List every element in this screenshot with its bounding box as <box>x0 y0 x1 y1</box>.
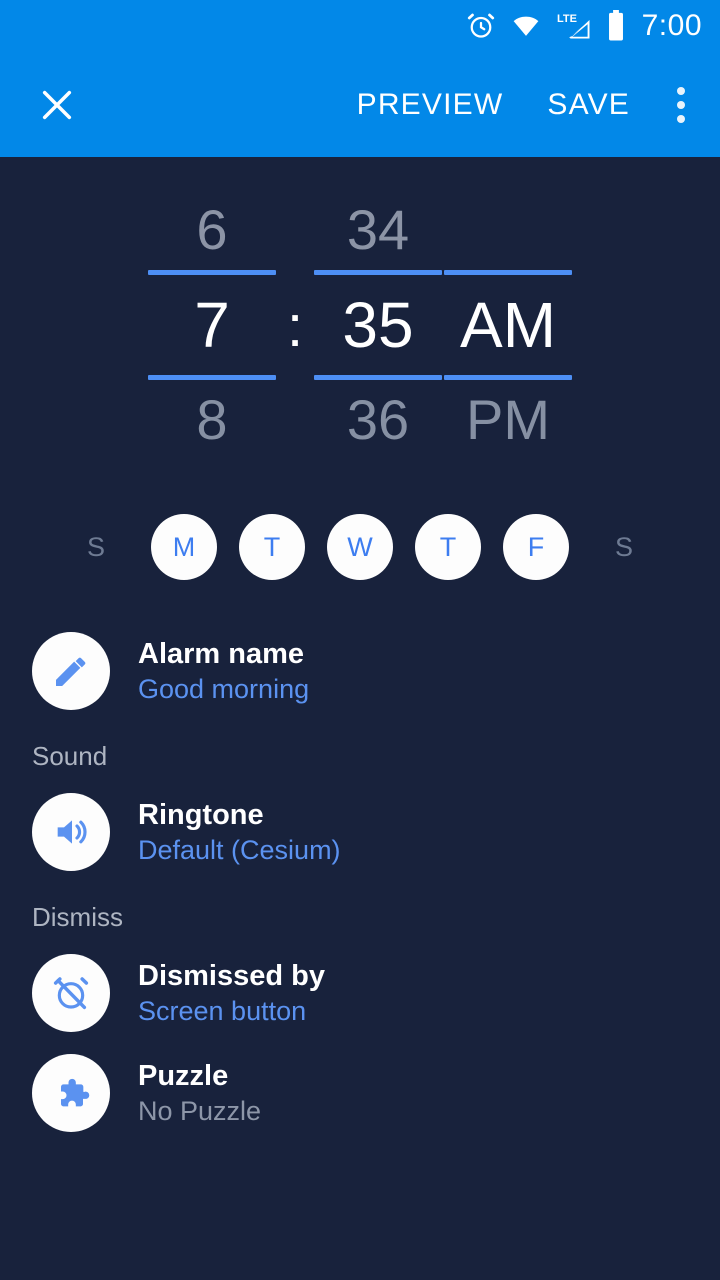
time-separator: : <box>286 293 304 359</box>
pencil-icon <box>32 632 110 710</box>
day-toggle-wednesday[interactable]: W <box>316 514 404 580</box>
day-label: F <box>503 514 569 580</box>
time-picker: 6 7 8 : 34 35 36 AM PM <box>0 157 720 487</box>
volume-icon <box>32 793 110 871</box>
status-bar-clock: 7:00 <box>641 9 702 42</box>
day-toggle-friday[interactable]: F <box>492 514 580 580</box>
status-bar: LTE 7:00 <box>0 0 720 52</box>
meridiem-value[interactable]: AM <box>460 275 556 375</box>
app-bar: PREVIEW SAVE <box>0 52 720 157</box>
setting-value: Default (Cesium) <box>138 834 341 865</box>
day-toggle-saturday[interactable]: S <box>580 514 668 580</box>
setting-text-group: Puzzle No Puzzle <box>138 1060 261 1127</box>
setting-title: Alarm name <box>138 637 305 670</box>
setting-title: Ringtone <box>138 798 264 831</box>
wifi-icon <box>510 12 542 40</box>
hour-next[interactable]: 8 <box>196 380 227 460</box>
save-button[interactable]: SAVE <box>525 88 652 122</box>
day-label: T <box>239 514 305 580</box>
meridiem-next[interactable]: PM <box>466 380 550 460</box>
setting-title: Puzzle <box>138 1059 229 1092</box>
meridiem-column[interactable]: AM PM <box>443 190 573 460</box>
setting-row-dismissed-by[interactable]: Dismissed by Screen button <box>0 943 720 1043</box>
alarm-off-icon <box>32 954 110 1032</box>
day-label: W <box>327 514 393 580</box>
section-header-dismiss: Dismiss <box>32 902 123 932</box>
minute-column[interactable]: 34 35 36 <box>313 190 443 460</box>
overflow-dot <box>677 100 685 109</box>
overflow-dot <box>677 86 685 95</box>
close-icon <box>42 90 72 119</box>
svg-text:LTE: LTE <box>557 13 577 25</box>
setting-row-ringtone[interactable]: Ringtone Default (Cesium) <box>0 782 720 882</box>
preview-button[interactable]: PREVIEW <box>335 88 526 122</box>
setting-value: No Puzzle <box>138 1095 262 1126</box>
alarm-icon <box>466 11 496 41</box>
battery-icon <box>606 10 626 42</box>
hour-value[interactable]: 7 <box>194 275 230 375</box>
minute-previous[interactable]: 34 <box>347 190 409 270</box>
setting-row-alarm-name[interactable]: Alarm name Good morning <box>0 621 720 721</box>
day-toggle-monday[interactable]: M <box>140 514 228 580</box>
section-header-sound: Sound <box>32 741 108 771</box>
settings-list: Alarm name Good morning Sound Ringtone D… <box>0 607 720 1143</box>
day-toggle-sunday[interactable]: S <box>52 514 140 580</box>
lte-signal-icon: LTE <box>556 11 592 41</box>
setting-title: Dismissed by <box>138 959 325 992</box>
day-label: T <box>415 514 481 580</box>
day-label: S <box>86 531 105 562</box>
minute-next[interactable]: 36 <box>347 380 409 460</box>
day-label: M <box>151 514 217 580</box>
close-button[interactable] <box>22 70 92 140</box>
setting-text-group: Dismissed by Screen button <box>138 960 325 1027</box>
setting-text-group: Ringtone Default (Cesium) <box>138 799 341 866</box>
app-bar-actions: PREVIEW SAVE <box>335 52 720 157</box>
hour-previous[interactable]: 6 <box>196 190 227 270</box>
overflow-dot <box>677 114 685 123</box>
puzzle-icon <box>32 1054 110 1132</box>
setting-text-group: Alarm name Good morning <box>138 638 309 705</box>
setting-value: Screen button <box>138 995 307 1026</box>
day-label: S <box>614 531 633 562</box>
overflow-menu-button[interactable] <box>652 70 710 140</box>
day-toggle-thursday[interactable]: T <box>404 514 492 580</box>
hour-column[interactable]: 6 7 8 <box>147 190 277 460</box>
setting-row-puzzle[interactable]: Puzzle No Puzzle <box>0 1043 720 1143</box>
day-selector: S M T W T F S <box>0 487 720 607</box>
setting-value: Good morning <box>138 673 310 704</box>
minute-value[interactable]: 35 <box>342 275 413 375</box>
day-toggle-tuesday[interactable]: T <box>228 514 316 580</box>
